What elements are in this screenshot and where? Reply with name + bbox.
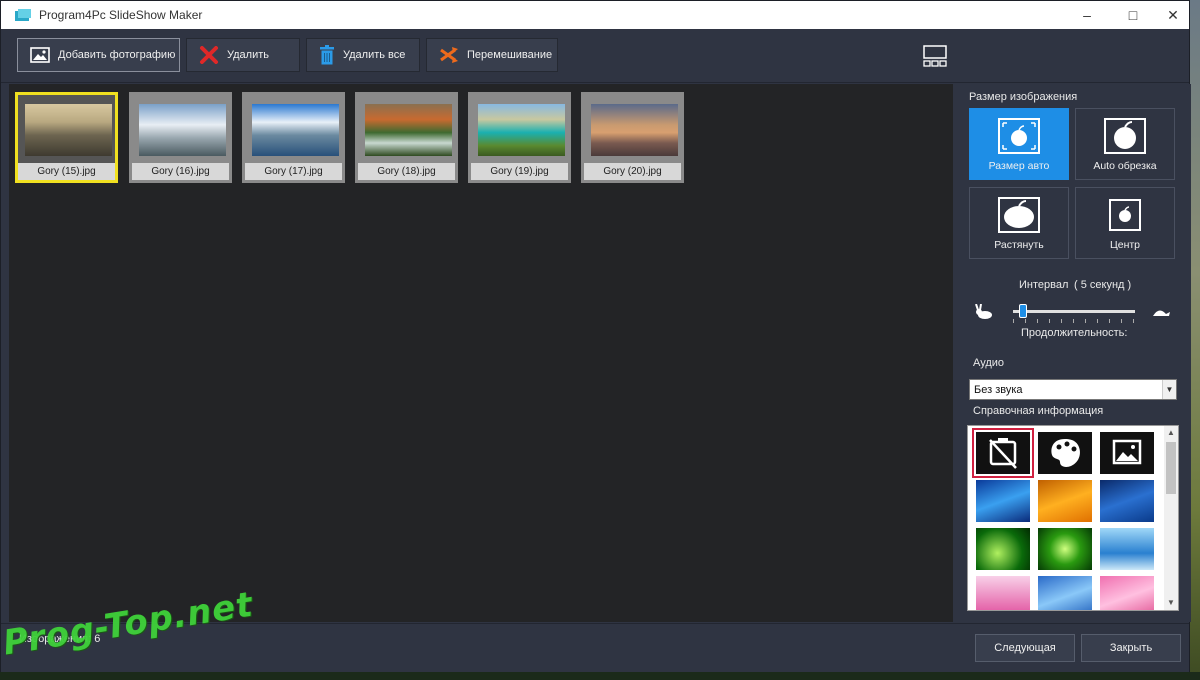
shuffle-button[interactable]: Перемешивание <box>426 38 558 72</box>
audio-selected-value: Без звука <box>974 384 1023 396</box>
background-list: ▲ ▼ <box>967 425 1179 611</box>
photo-image <box>139 104 226 156</box>
next-button[interactable]: Следующая <box>975 634 1075 662</box>
app-icon <box>15 9 31 21</box>
images-count: Изображения: 6 <box>19 633 101 645</box>
interval-slider-handle[interactable] <box>1019 304 1027 318</box>
photo-label: Gory (19).jpg <box>471 163 568 180</box>
apple-icon <box>998 118 1040 154</box>
slider-ticks <box>1013 319 1135 323</box>
photo-thumbnail[interactable]: Gory (20).jpg <box>581 92 684 183</box>
picture-icon[interactable] <box>1100 432 1154 474</box>
background-pink[interactable] <box>976 576 1030 610</box>
background-blue-silk[interactable] <box>1038 576 1092 610</box>
delete-all-label: Удалить все <box>343 49 406 61</box>
scrollbar-thumb[interactable] <box>1166 442 1176 494</box>
photo-image <box>25 104 112 156</box>
photo-image <box>478 104 565 156</box>
interval-value: ( 5 секунд ) <box>1074 279 1132 291</box>
photo-image <box>591 104 678 156</box>
background-green-burst[interactable] <box>1038 528 1092 570</box>
background-dark-blue[interactable] <box>1100 480 1154 522</box>
background-pink-silk[interactable] <box>1100 576 1154 610</box>
chevron-down-icon[interactable]: ▼ <box>1162 380 1176 399</box>
photo-label: Gory (15).jpg <box>18 163 115 180</box>
trash-icon <box>320 45 334 65</box>
background-orange[interactable] <box>1038 480 1092 522</box>
apple-stretch-icon <box>998 197 1040 233</box>
rabbit-icon <box>975 304 992 319</box>
taskbar <box>0 672 1200 680</box>
duration-label: Продолжительность: <box>1021 327 1128 339</box>
close-button[interactable]: Закрыть <box>1081 634 1181 662</box>
window-title: Program4Pc SlideShow Maker <box>39 8 203 22</box>
stretch-button[interactable]: Растянуть <box>969 187 1069 259</box>
center-button[interactable]: Центр <box>1075 187 1175 259</box>
stretch-label: Растянуть <box>994 239 1044 251</box>
background-light-blue[interactable] <box>1100 528 1154 570</box>
photo-image <box>365 104 452 156</box>
no-photo-icon[interactable] <box>972 428 1034 478</box>
help-info-label: Справочная информация <box>973 405 1104 417</box>
title-bar: Program4Pc SlideShow Maker – □ ✕ <box>1 1 1189 29</box>
shuffle-icon <box>440 47 458 63</box>
add-photo-button[interactable]: Добавить фотографию <box>17 38 180 72</box>
close-window-button[interactable]: ✕ <box>1151 1 1195 29</box>
center-label: Центр <box>1109 239 1141 251</box>
audio-label: Аудио <box>973 357 1005 369</box>
size-auto-label: Размер авто <box>988 160 1050 172</box>
photo-thumbnail[interactable]: Gory (17).jpg <box>242 92 345 183</box>
audio-select[interactable]: Без звука ▼ <box>969 379 1177 400</box>
photo-gallery: Gory (15).jpg Gory (16).jpg Gory (17).jp… <box>9 84 953 622</box>
image-size-heading: Размер изображения <box>969 91 1078 103</box>
background-green-swirl[interactable] <box>976 528 1030 570</box>
photo-label: Gory (16).jpg <box>132 163 229 180</box>
maximize-button[interactable]: □ <box>1111 1 1155 29</box>
photo-thumbnail[interactable]: Gory (19).jpg <box>468 92 571 183</box>
app-window: Program4Pc SlideShow Maker – □ ✕ Добавит… <box>0 0 1191 673</box>
scroll-down-icon[interactable]: ▼ <box>1164 596 1178 610</box>
delete-all-button[interactable]: Удалить все <box>306 38 420 72</box>
photo-label: Gory (20).jpg <box>584 163 681 180</box>
minimize-button[interactable]: – <box>1065 1 1109 29</box>
shuffle-label: Перемешивание <box>467 49 553 61</box>
delete-button[interactable]: Удалить <box>186 38 300 72</box>
photo-thumbnail[interactable]: Gory (15).jpg <box>15 92 118 183</box>
auto-crop-button[interactable]: Auto обрезка <box>1075 108 1175 180</box>
grid-view-icon[interactable] <box>923 45 947 67</box>
background-blue-wave[interactable] <box>976 480 1030 522</box>
delete-label: Удалить <box>227 49 269 61</box>
photo-thumbnail[interactable]: Gory (16).jpg <box>129 92 232 183</box>
auto-crop-label: Auto обрезка <box>1093 160 1157 172</box>
scroll-up-icon[interactable]: ▲ <box>1164 426 1178 440</box>
photo-thumbnail[interactable]: Gory (18).jpg <box>355 92 458 183</box>
apple-crop-icon <box>1104 118 1146 154</box>
photo-image <box>252 104 339 156</box>
photo-label: Gory (18).jpg <box>358 163 455 180</box>
background-list-scrollbar[interactable]: ▲ ▼ <box>1164 426 1178 610</box>
palette-icon[interactable] <box>1038 432 1092 474</box>
footer-bar: Изображения: 6 Следующая Закрыть <box>1 623 1189 673</box>
red-x-icon <box>200 46 218 64</box>
photo-label: Gory (17).jpg <box>245 163 342 180</box>
interval-label: Интервал <box>1019 279 1069 291</box>
size-auto-button[interactable]: Размер авто <box>969 108 1069 180</box>
interval-slider-track[interactable] <box>1013 310 1135 313</box>
apple-center-icon <box>1109 199 1141 231</box>
image-icon <box>30 47 50 63</box>
turtle-icon <box>1153 310 1170 316</box>
add-photo-label: Добавить фотографию <box>58 49 176 61</box>
toolbar: Добавить фотографию Удалить Удалить все … <box>1 29 1189 83</box>
